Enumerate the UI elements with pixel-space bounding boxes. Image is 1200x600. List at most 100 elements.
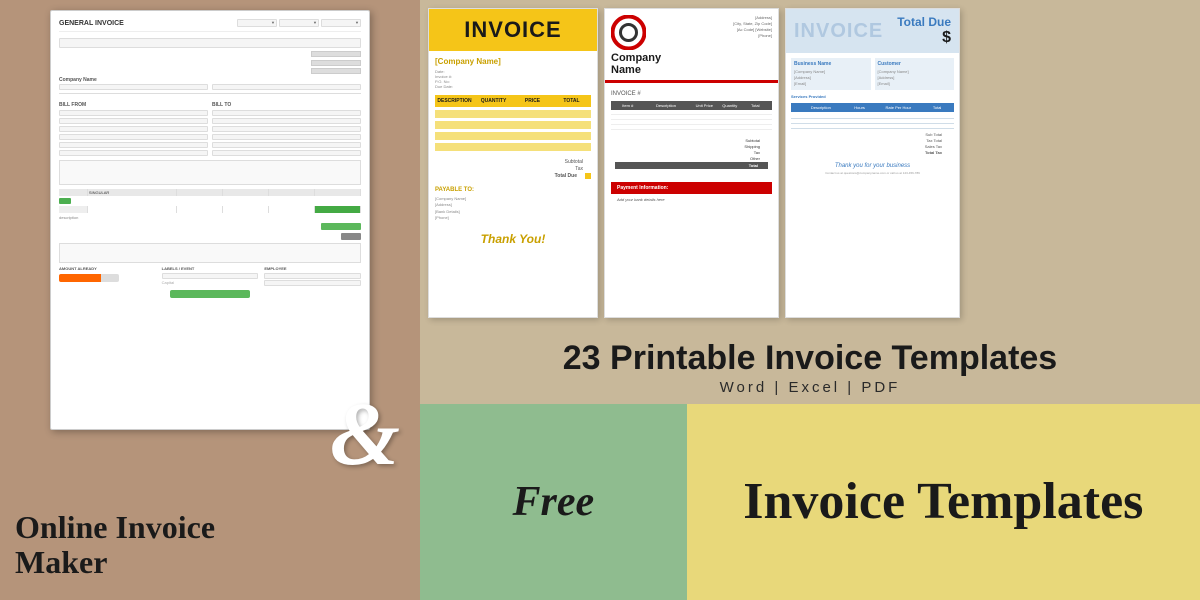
total-row: Total	[615, 162, 768, 169]
col-total	[315, 189, 361, 196]
online-invoice-text-line2: Maker	[15, 545, 215, 580]
emp-field-1[interactable]	[264, 273, 361, 279]
col-qty	[177, 189, 223, 196]
blue-col-hours: Hours	[847, 105, 873, 110]
bill-from-address2[interactable]	[59, 126, 208, 132]
row-disc-1[interactable]	[269, 206, 315, 213]
company-invoice-num: INVOICE #	[611, 91, 772, 97]
blue-col-total: Total	[924, 105, 950, 110]
form-title: GENERAL INVOICE	[59, 20, 124, 27]
company-totals: Subtotal Shipping Tax Other	[611, 134, 772, 174]
blue-salestax-label: Sales Tax	[925, 144, 942, 149]
blue-total-label: Total Due	[897, 15, 951, 29]
yellow-total-val	[585, 173, 591, 179]
labels-label: LABELS / EVENT	[162, 266, 259, 271]
total-label: Total	[749, 163, 758, 168]
yellow-title: INVOICE	[437, 17, 589, 43]
field-name[interactable]	[59, 84, 208, 90]
label-field[interactable]	[162, 273, 259, 279]
ampersand-container: &	[330, 390, 400, 480]
bottom-right: 23 Printable Invoice Templates Word | Ex…	[420, 330, 1200, 600]
row-total-1	[315, 206, 361, 213]
company-name-main: CompanyName	[611, 52, 661, 76]
blue-col-rate: Rate Per Hour	[873, 105, 925, 110]
yellow-payable-fields: [Company Name][Address][Bank Details][Ph…	[435, 196, 591, 222]
invoice-notes[interactable]	[59, 243, 361, 263]
printable-subtitle: Word | Excel | PDF	[440, 379, 1180, 396]
capital-text: Capital	[162, 280, 259, 285]
yellow-payable-label: PAYABLE TO:	[435, 187, 591, 193]
ampersand-symbol: &	[330, 385, 400, 484]
subtotal-btn[interactable]	[311, 60, 361, 66]
col-status	[59, 189, 88, 196]
bill-to-zip[interactable]	[212, 150, 361, 156]
bill-from-zip[interactable]	[59, 150, 208, 156]
amount-label: AMOUNT ALREADY	[59, 266, 156, 271]
invoice-blue-template: INVOICE Total Due $ Business Name [Compa…	[785, 8, 960, 318]
bill-from-label: BILL FROM	[59, 102, 208, 108]
bill-from-company[interactable]	[59, 110, 208, 116]
bill-to-address1[interactable]	[212, 118, 361, 124]
table-row-1	[59, 206, 361, 213]
company-info: [Address][City, State, Zip Code][Ac Code…	[733, 15, 772, 39]
printable-title: 23 Printable Invoice Templates	[440, 340, 1180, 377]
yellow-row-2	[435, 121, 591, 129]
bill-from-city[interactable]	[59, 134, 208, 140]
yellow-tax: Tax	[575, 166, 583, 172]
add-row-btn[interactable]	[59, 198, 71, 204]
blue-thankyou: Thank you for your business	[791, 163, 954, 169]
blue-customer-header: Customer	[878, 61, 952, 67]
left-section: GENERAL INVOICE Company Name	[0, 0, 420, 600]
shipping-label: Shipping	[744, 144, 760, 149]
progress-bar	[59, 274, 119, 282]
form-select-2[interactable]	[279, 19, 319, 27]
notes-textarea[interactable]	[59, 160, 361, 185]
yellow-table-header: DESCRIPTION QUANTITY PRICE TOTAL	[435, 95, 591, 107]
row-description-text: description	[59, 215, 361, 220]
blue-subtotal-label: Sub Total	[925, 132, 942, 137]
blue-from-col: Business Name [Company Name][Address][Em…	[791, 58, 871, 90]
submit-btn[interactable]	[170, 290, 250, 298]
employee-label: EMPLOYEE	[264, 266, 361, 271]
blue-note: Contact us at questions@companyname.com …	[791, 171, 954, 175]
bill-to-state[interactable]	[212, 142, 361, 148]
bill-to-company[interactable]	[212, 110, 361, 116]
blue-header: INVOICE Total Due $	[786, 9, 959, 53]
col-total: Total	[743, 103, 769, 108]
company-row-4	[611, 125, 772, 130]
main-container: GENERAL INVOICE Company Name	[0, 0, 1200, 600]
invoice-company-template: CompanyName [Address][City, State, Zip C…	[604, 8, 779, 318]
company-table-header: Item # Description Unit Price Quantity T…	[611, 101, 772, 110]
add-item-btn[interactable]	[321, 223, 361, 230]
field-value[interactable]	[212, 84, 361, 90]
billing-btn[interactable]	[311, 68, 361, 74]
total-btn[interactable]	[341, 233, 361, 240]
free-text: Free	[513, 478, 595, 526]
company-payment-text: Add your bank details here	[611, 194, 772, 205]
yellow-total-due: Total Due	[555, 173, 577, 179]
yellow-row-3	[435, 132, 591, 140]
blue-body: Business Name [Company Name][Address][Em…	[786, 53, 959, 180]
blue-table-header: Description Hours Rate Per Hour Total	[791, 103, 954, 112]
row-qty-1[interactable]	[177, 206, 223, 213]
yellow-company: [Company Name]	[435, 57, 591, 66]
company-name-field[interactable]	[59, 38, 361, 48]
emp-field-2[interactable]	[264, 280, 361, 286]
row-desc-1[interactable]	[88, 206, 177, 213]
bill-to-city[interactable]	[212, 134, 361, 140]
bill-to-address2[interactable]	[212, 126, 361, 132]
yellow-body: [Company Name] Date: Invoice #: P.O. No:	[429, 51, 597, 252]
form-select-1[interactable]	[237, 19, 277, 27]
blue-subtotal-row: Sub Total	[795, 132, 950, 137]
yellow-col-total: TOTAL	[552, 98, 591, 104]
bill-from-state[interactable]	[59, 142, 208, 148]
form-select-3[interactable]	[321, 19, 361, 27]
attach-btn[interactable]	[311, 51, 361, 57]
yellow-col-desc: DESCRIPTION	[435, 98, 474, 104]
row-status-1	[59, 206, 88, 213]
bill-from-address1[interactable]	[59, 118, 208, 124]
blue-services-header: Services Provided	[791, 94, 954, 99]
row-price-1[interactable]	[223, 206, 269, 213]
other-label: Other	[750, 156, 760, 161]
blue-salestax-row: Sales Tax	[795, 144, 950, 149]
